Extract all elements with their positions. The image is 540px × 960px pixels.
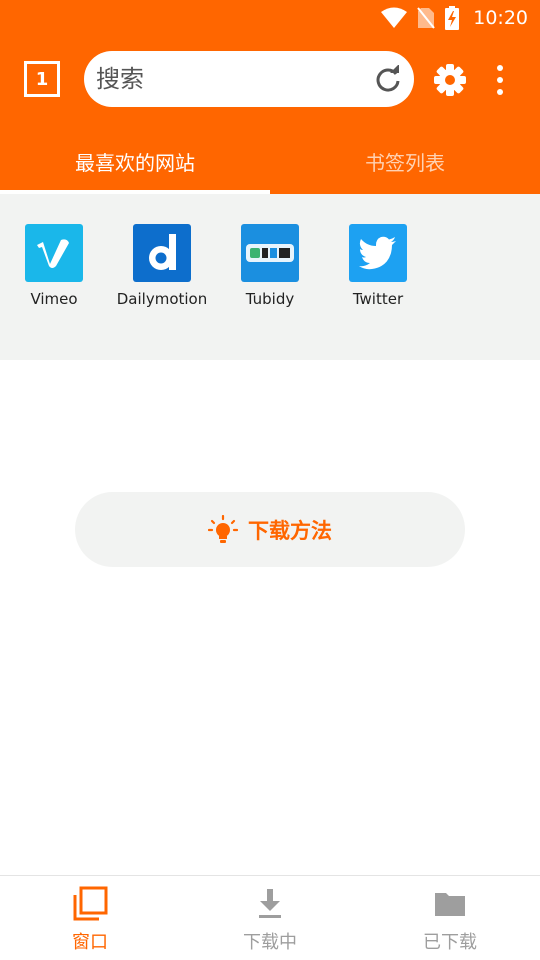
bottom-nav: 窗口 下载中 已下载	[0, 875, 540, 960]
tab-bookmark-list[interactable]: 书签列表	[270, 128, 540, 194]
status-icons: 10:20	[381, 4, 528, 32]
how-to-download-label: 下载方法	[248, 518, 332, 543]
search-box[interactable]	[84, 51, 414, 107]
battery-charging-icon	[445, 6, 460, 30]
status-bar: 10:20	[0, 0, 540, 36]
dailymotion-icon	[133, 224, 191, 282]
how-to-download-button[interactable]: 下载方法	[75, 492, 465, 567]
nav-downloading-label: 下载中	[243, 932, 297, 953]
favorite-dailymotion[interactable]: Dailymotion	[108, 224, 216, 324]
app-header: 10:20 1 最喜欢的网站	[0, 0, 540, 194]
favorite-label: Vimeo	[30, 290, 78, 308]
favorite-label: Tubidy	[245, 290, 295, 308]
favorite-tubidy[interactable]: Tubidy	[216, 224, 324, 324]
tab-count-button[interactable]: 1	[24, 61, 60, 97]
folder-icon	[435, 893, 465, 916]
nav-downloading[interactable]: 下载中	[180, 876, 360, 960]
tubidy-icon	[241, 224, 299, 282]
no-sim-icon	[417, 7, 436, 29]
search-input[interactable]	[96, 51, 366, 107]
more-vertical-icon[interactable]	[488, 63, 512, 97]
favorite-label: Dailymotion	[116, 290, 208, 308]
nav-downloaded[interactable]: 已下载	[360, 876, 540, 960]
favorite-twitter[interactable]: Twitter	[324, 224, 432, 324]
windows-icon	[73, 886, 108, 921]
lightbulb-icon	[208, 514, 238, 543]
vimeo-icon	[25, 224, 83, 282]
nav-windows-label: 窗口	[72, 932, 108, 953]
download-icon	[259, 889, 281, 918]
twitter-icon	[349, 224, 407, 282]
tab-favorite-sites[interactable]: 最喜欢的网站	[0, 128, 270, 194]
favorite-sites-panel: Vimeo Dailymotion Tubidy Twitter	[0, 194, 540, 360]
gear-icon[interactable]	[433, 63, 467, 97]
reload-icon[interactable]	[374, 65, 402, 93]
toolbar: 1	[0, 50, 540, 108]
favorite-vimeo[interactable]: Vimeo	[0, 224, 108, 324]
tab-bar: 最喜欢的网站 书签列表	[0, 128, 540, 194]
favorite-label: Twitter	[352, 290, 404, 308]
wifi-icon	[381, 7, 408, 28]
nav-downloaded-label: 已下载	[423, 932, 477, 953]
nav-windows[interactable]: 窗口	[0, 876, 180, 960]
status-time: 10:20	[473, 7, 528, 29]
